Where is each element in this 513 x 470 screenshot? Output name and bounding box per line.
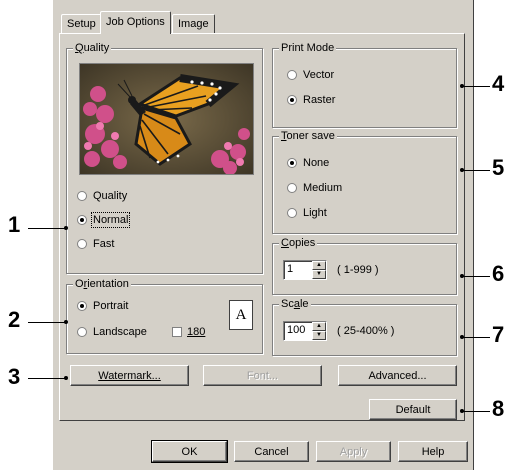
portrait-radio-dot: [77, 301, 87, 311]
advanced-button[interactable]: Advanced...: [338, 365, 457, 386]
callout-1: 1: [8, 212, 21, 237]
copies-group: Copies 1 ▲ ▼ ( 1-999 ): [272, 237, 457, 295]
copies-range-label: ( 1-999 ): [337, 264, 379, 276]
vector-radio-dot: [287, 70, 297, 80]
callout-4-dot: [460, 84, 464, 88]
landscape-radio-dot: [77, 327, 87, 337]
orientation-radio-portrait[interactable]: Portrait: [77, 300, 128, 312]
scale-down-arrow-icon[interactable]: ▼: [312, 331, 326, 340]
copies-down-arrow-icon[interactable]: ▼: [312, 270, 326, 279]
toner-none-dot: [287, 158, 297, 168]
scale-spinner[interactable]: 100 ▲ ▼: [283, 321, 327, 341]
copies-value[interactable]: 1: [284, 261, 312, 279]
callout-5: 5: [492, 155, 505, 180]
quality-radio-normal-dot: [77, 215, 87, 225]
copies-up-arrow-icon[interactable]: ▲: [312, 261, 326, 270]
scale-range-label: ( 25-400% ): [337, 325, 395, 337]
font-button[interactable]: Font...: [203, 365, 322, 386]
scale-legend: Scale: [279, 298, 311, 310]
quality-legend: Quality: [73, 42, 112, 54]
callout-7-dot: [460, 335, 464, 339]
quality-radio-fast[interactable]: Fast: [77, 238, 114, 250]
callout-7: 7: [492, 322, 505, 347]
page-preview-letter: A: [235, 306, 247, 323]
callout-2-line: [28, 322, 66, 323]
callout-3-line: [28, 378, 66, 379]
print-mode-group: Print Mode Vector Raster: [272, 42, 457, 128]
print-mode-radio-raster[interactable]: Raster: [287, 94, 335, 106]
callout-6-line: [462, 276, 490, 277]
quality-radio-quality[interactable]: Quality: [77, 190, 127, 202]
page-orientation-preview-icon: A: [229, 300, 253, 330]
toner-radio-medium[interactable]: Medium: [287, 182, 342, 194]
callout-3-dot: [64, 376, 68, 380]
butterfly-icon: [80, 64, 253, 174]
print-mode-legend: Print Mode: [279, 42, 337, 54]
copies-spinner[interactable]: 1 ▲ ▼: [283, 260, 327, 280]
callout-8-line: [462, 411, 490, 412]
help-button[interactable]: Help: [398, 441, 468, 462]
callout-3: 3: [8, 364, 21, 389]
callout-6: 6: [492, 261, 505, 286]
printer-properties-dialog: Setup Job Options Image Quality Quality …: [52, 0, 474, 470]
toner-save-group: Toner save None Medium Light: [272, 130, 457, 234]
callout-5-line: [462, 170, 490, 171]
print-mode-radio-vector[interactable]: Vector: [287, 69, 334, 81]
orientation-legend: Orientation: [73, 278, 131, 290]
callout-8: 8: [492, 396, 505, 421]
cancel-button[interactable]: Cancel: [234, 441, 309, 462]
butterfly-preview-image: [79, 63, 254, 175]
callout-2: 2: [8, 307, 21, 332]
apply-button[interactable]: Apply: [316, 441, 391, 462]
tab-image[interactable]: Image: [172, 14, 215, 33]
callout-8-dot: [460, 409, 464, 413]
tab-job-options-label: Job Options: [106, 16, 165, 28]
orientation-group: Orientation Portrait Landscape 180 A: [66, 278, 263, 354]
quality-radio-quality-dot: [77, 191, 87, 201]
callout-1-dot: [64, 226, 68, 230]
default-button[interactable]: Default: [369, 399, 457, 420]
copies-legend: Copies: [279, 237, 318, 249]
scale-up-arrow-icon[interactable]: ▲: [312, 322, 326, 331]
callout-6-dot: [460, 274, 464, 278]
tab-setup[interactable]: Setup: [61, 14, 102, 33]
scale-group: Scale 100 ▲ ▼ ( 25-400% ): [272, 298, 457, 356]
raster-radio-dot: [287, 95, 297, 105]
callout-2-dot: [64, 320, 68, 324]
toner-radio-light[interactable]: Light: [287, 207, 327, 219]
callout-7-line: [462, 337, 490, 338]
job-options-panel: Quality Quality Normal Fast Orientation …: [59, 33, 465, 421]
quality-group: Quality Quality Normal Fast: [66, 42, 263, 274]
callout-1-line: [28, 228, 66, 229]
tab-job-options[interactable]: Job Options: [100, 11, 171, 34]
rotate-180-checkbox[interactable]: 180: [172, 326, 205, 338]
callout-5-dot: [460, 168, 464, 172]
callout-4: 4: [492, 71, 505, 96]
toner-medium-dot: [287, 183, 297, 193]
tab-setup-label: Setup: [67, 18, 96, 30]
callout-4-line: [462, 86, 490, 87]
quality-radio-normal[interactable]: Normal: [77, 212, 131, 228]
quality-radio-fast-dot: [77, 239, 87, 249]
toner-radio-none[interactable]: None: [287, 157, 329, 169]
toner-light-dot: [287, 208, 297, 218]
ok-button[interactable]: OK: [151, 440, 228, 463]
tab-image-label: Image: [178, 18, 209, 30]
toner-save-legend: Toner save: [279, 130, 337, 142]
scale-value[interactable]: 100: [284, 322, 312, 340]
rotate-180-box: [172, 327, 182, 337]
orientation-radio-landscape[interactable]: Landscape: [77, 326, 147, 338]
watermark-button[interactable]: Watermark...: [70, 365, 189, 386]
